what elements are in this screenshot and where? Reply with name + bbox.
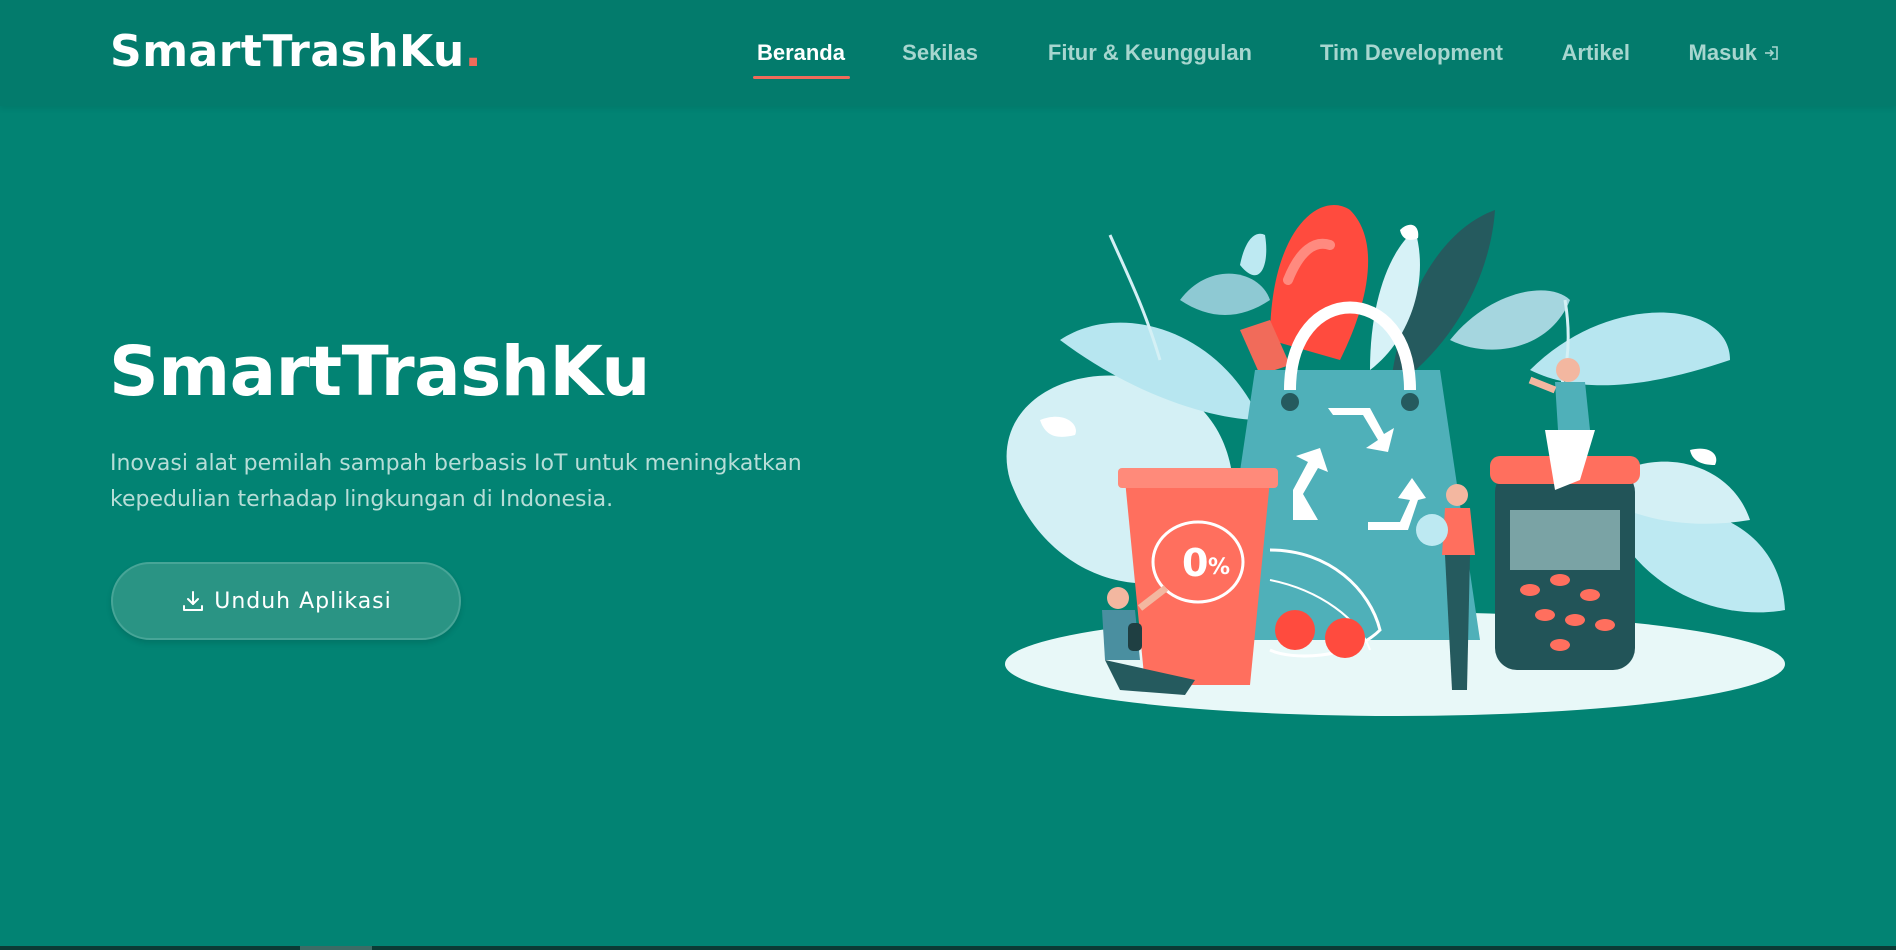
discount-badge-unit: % [1208, 555, 1230, 580]
nav-item-masuk[interactable]: Masuk [1689, 40, 1781, 66]
scrollbar-thumb[interactable] [300, 946, 372, 950]
download-icon [183, 591, 204, 611]
hero-title: SmartTrashKu [109, 332, 650, 412]
brand-dot: . [464, 26, 482, 77]
download-app-button[interactable]: Unduh Aplikasi [111, 562, 461, 640]
navbar: SmartTrashKu. Beranda Sekilas Fitur & Ke… [0, 0, 1896, 106]
brand-name: SmartTrashKu [110, 26, 465, 77]
nav-item-tim-development[interactable]: Tim Development [1320, 40, 1503, 66]
nav-item-artikel[interactable]: Artikel [1562, 40, 1630, 66]
login-icon [1765, 46, 1778, 60]
hero-illustration: 0 % [1005, 205, 1785, 716]
horizontal-scrollbar[interactable] [0, 946, 1896, 950]
nav-item-masuk-label: Masuk [1688, 40, 1757, 65]
discount-badge-value: 0 [1182, 541, 1208, 585]
nav-item-beranda[interactable]: Beranda [752, 40, 851, 79]
nav-item-fitur-keunggulan[interactable]: Fitur & Keunggulan [1048, 40, 1252, 66]
brand-logo[interactable]: SmartTrashKu. [110, 26, 482, 77]
nav-item-sekilas[interactable]: Sekilas [902, 40, 978, 66]
download-app-label: Unduh Aplikasi [214, 588, 392, 614]
hero-subtitle: Inovasi alat pemilah sampah berbasis IoT… [110, 451, 802, 512]
